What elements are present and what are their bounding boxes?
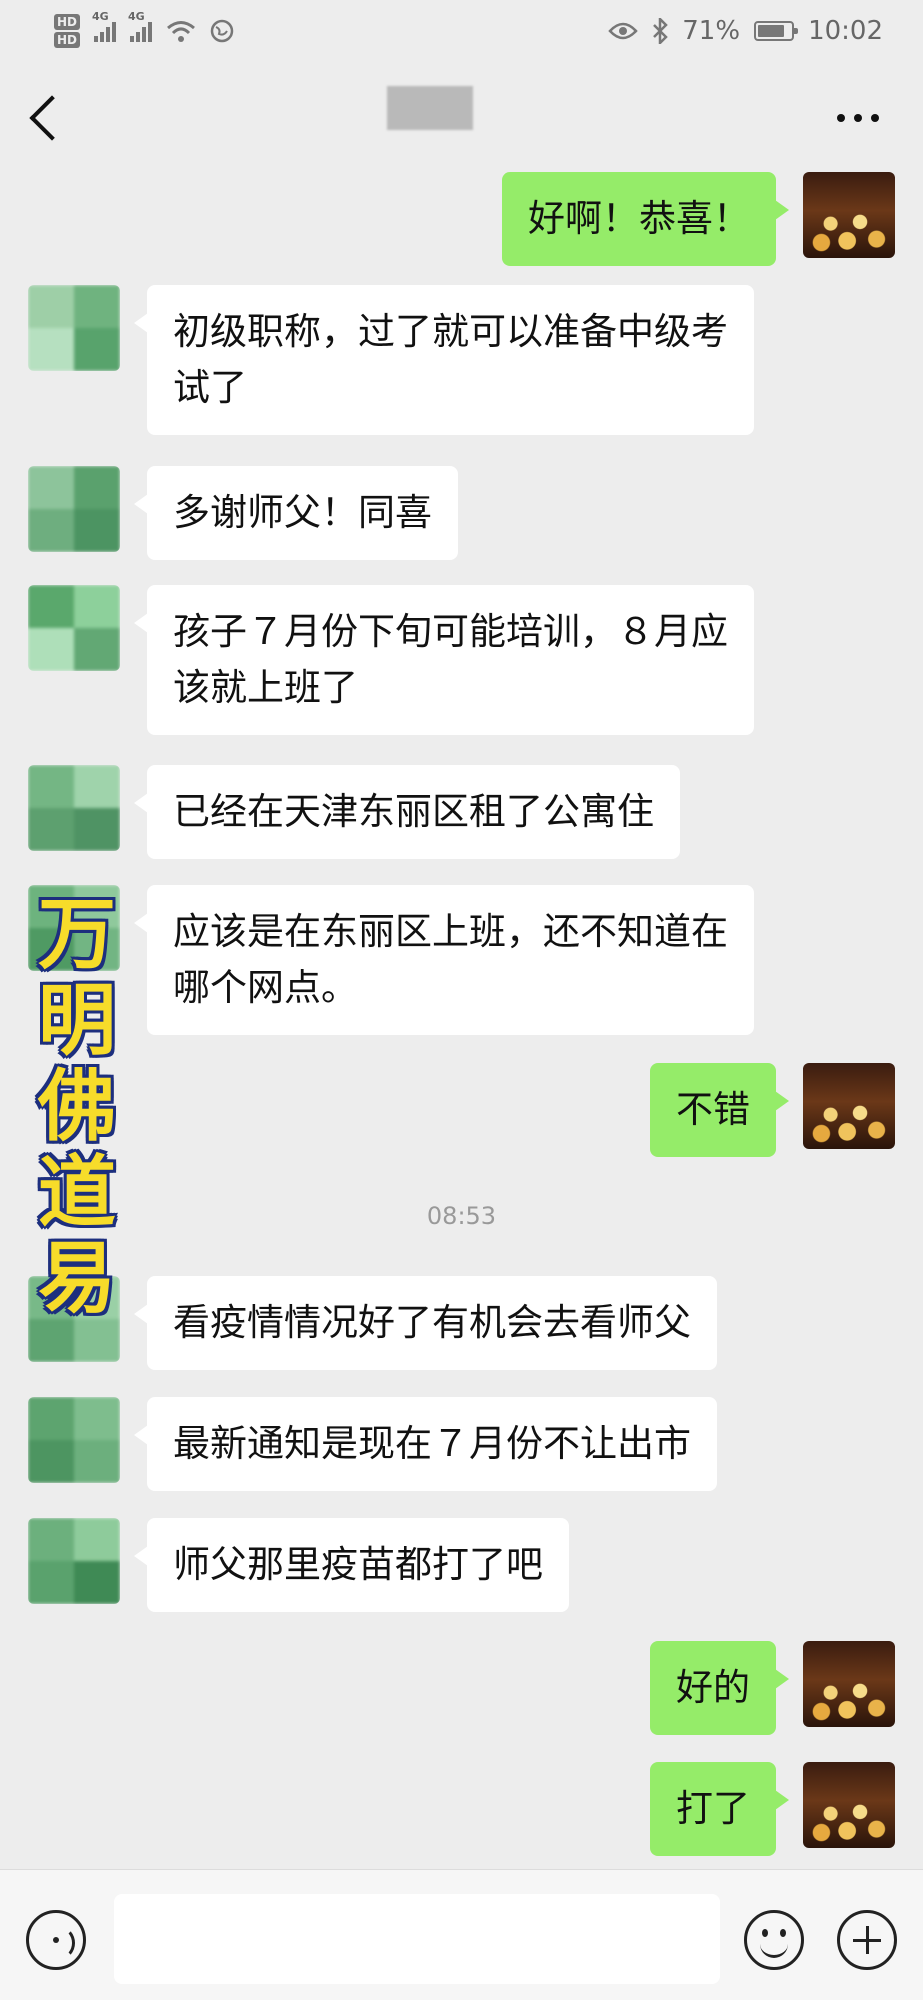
self-avatar[interactable] <box>803 1063 895 1149</box>
message-bubble-contact[interactable]: 多谢师父！同喜 <box>134 466 458 560</box>
watermark-char: 道 <box>37 1147 116 1238</box>
contact-avatar[interactable] <box>28 585 120 671</box>
message-input[interactable] <box>114 1894 720 1984</box>
message-bubble-contact[interactable]: 应该是在东丽区上班，还不知道在 哪个网点。 <box>134 885 754 1035</box>
watermark-char: 明 <box>37 975 116 1066</box>
status-left: HD HD 4G 4G <box>54 10 234 48</box>
more-icon[interactable] <box>837 114 879 122</box>
contact-avatar[interactable] <box>28 1518 120 1604</box>
plus-icon[interactable] <box>837 1910 897 1970</box>
input-bar <box>0 1869 923 2000</box>
hd-indicators: HD HD <box>54 14 81 48</box>
message-bubble-contact[interactable]: 看疫情情况好了有机会去看师父 <box>134 1276 717 1370</box>
message-bubble-self[interactable]: 不错 <box>650 1063 789 1157</box>
self-avatar[interactable] <box>803 1762 895 1848</box>
signal-icon: 4G <box>92 10 117 42</box>
wifi-icon <box>167 21 195 42</box>
self-avatar[interactable] <box>803 172 895 258</box>
signal-icon: 4G <box>128 10 153 42</box>
battery-icon <box>754 21 799 41</box>
message-bubble-self[interactable]: 好的 <box>650 1641 789 1735</box>
message-timestamp: 08:53 <box>426 1202 497 1230</box>
back-arrow-icon[interactable] <box>29 95 75 141</box>
contact-avatar[interactable] <box>28 1397 120 1483</box>
self-avatar[interactable] <box>803 1641 895 1727</box>
watermark-char: 佛 <box>37 1061 116 1152</box>
message-bubble-self[interactable]: 打了 <box>650 1762 789 1856</box>
chat-title <box>387 86 473 130</box>
message-bubble-contact[interactable]: 已经在天津东丽区租了公寓住 <box>134 765 680 859</box>
contact-avatar[interactable] <box>28 285 120 371</box>
globe-icon <box>210 19 234 43</box>
eye-icon <box>608 22 638 40</box>
watermark: 万 明 佛 道 易 <box>22 892 132 1322</box>
message-bubble-contact[interactable]: 最新通知是现在７月份不让出市 <box>134 1397 717 1491</box>
battery-percent: 71% <box>682 16 741 46</box>
hd-badge: HD <box>54 14 81 30</box>
network-type-label: 4G <box>128 10 145 23</box>
watermark-char: 易 <box>37 1233 116 1324</box>
message-bubble-self[interactable]: 好啊！恭喜！ <box>502 172 789 266</box>
voice-icon[interactable] <box>26 1910 86 1970</box>
emoji-icon[interactable] <box>744 1910 804 1970</box>
message-bubble-contact[interactable]: 师父那里疫苗都打了吧 <box>134 1518 569 1612</box>
message-bubble-contact[interactable]: 孩子７月份下旬可能培训，８月应 该就上班了 <box>134 585 754 735</box>
contact-avatar[interactable] <box>28 466 120 552</box>
status-bar: HD HD 4G 4G 71% 10:02 <box>0 0 923 62</box>
clock-time: 10:02 <box>808 16 883 46</box>
hd-badge: HD <box>54 32 81 48</box>
message-bubble-contact[interactable]: 初级职称，过了就可以准备中级考 试了 <box>134 285 754 435</box>
contact-avatar[interactable] <box>28 765 120 851</box>
network-type-label: 4G <box>92 10 109 23</box>
chat-header <box>0 62 923 180</box>
bluetooth-icon <box>653 18 669 44</box>
status-right: 71% 10:02 <box>608 16 883 46</box>
watermark-char: 万 <box>37 889 116 980</box>
